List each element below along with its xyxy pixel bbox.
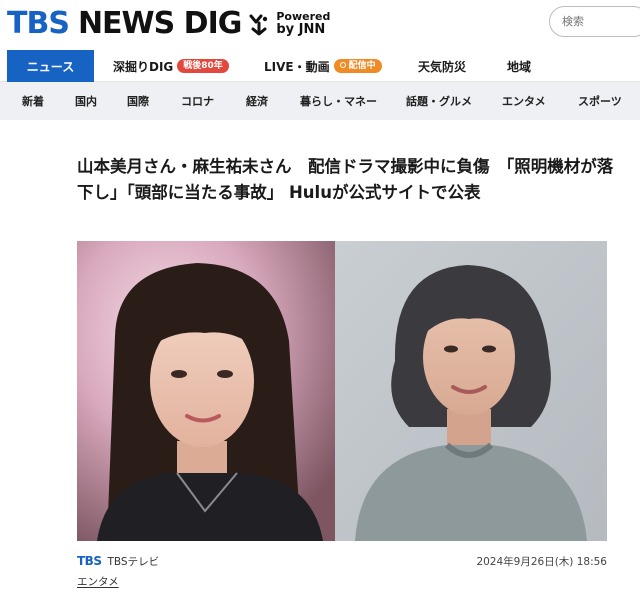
logo-tbs-text: TBS [7, 6, 70, 41]
site-header: TBS NEWS DIG Powered by JNN [0, 0, 640, 50]
streaming-badge-label: 配信中 [348, 60, 376, 71]
nav-region[interactable]: 地域 [507, 50, 531, 82]
category-link[interactable]: エンタメ [77, 574, 119, 589]
subnav-economy[interactable]: 経済 [246, 82, 268, 120]
nav-live-video[interactable]: LIVE・動画 配信中 [264, 50, 382, 82]
site-logo[interactable]: TBS NEWS DIG Powered by JNN [7, 2, 330, 46]
article-photo [77, 241, 607, 541]
live-dot-icon [339, 61, 346, 68]
subnav-corona[interactable]: コロナ [181, 82, 214, 120]
subnav-topics-gourmet[interactable]: 話題・グルメ [406, 82, 472, 120]
photo-right-portrait [335, 241, 607, 541]
nav-weather-disaster[interactable]: 天気防災 [418, 50, 466, 82]
nav-deep-dig[interactable]: 深掘りDIG 戦後80年 [113, 50, 229, 82]
nav-deep-dig-label: 深掘りDIG [113, 59, 174, 74]
source-name[interactable]: TBSテレビ [107, 554, 159, 569]
logo-news-dig-text: NEWS DIG [77, 6, 242, 41]
nav-news-label: ニュース [26, 59, 75, 74]
by-jnn-text: by JNN [276, 21, 326, 37]
nav-news[interactable]: ニュース [7, 50, 94, 82]
primary-nav: ニュース 深掘りDIG 戦後80年 LIVE・動画 配信中 天気防災 地域 [0, 50, 640, 82]
subnav-latest[interactable]: 新着 [22, 82, 44, 120]
streaming-badge: 配信中 [333, 58, 382, 74]
postwar-badge: 戦後80年 [177, 58, 229, 74]
powered-by-jnn: Powered by JNN [276, 11, 330, 36]
subnav-sports[interactable]: スポーツ [578, 82, 622, 120]
photo-left-portrait [77, 241, 335, 541]
search-input[interactable] [549, 6, 640, 37]
subnav-international[interactable]: 国際 [127, 82, 149, 120]
secondary-nav: 新着 国内 国際 コロナ 経済 暮らし・マネー 話題・グルメ エンタメ スポーツ [0, 82, 640, 120]
subnav-domestic[interactable]: 国内 [75, 82, 97, 120]
nav-live-video-label: LIVE・動画 [264, 59, 330, 74]
tbs-source-logo[interactable]: TBS [77, 554, 102, 568]
subnav-life-money[interactable]: 暮らし・マネー [300, 82, 377, 120]
subnav-entertainment[interactable]: エンタメ [502, 82, 546, 120]
publish-date: 2024年9月26日(木) 18:56 [476, 556, 607, 568]
article-headline: 山本美月さん・麻生祐未さん 配信ドラマ撮影中に負傷 「照明機材が落下し」「頭部に… [77, 157, 614, 202]
article-meta: TBS TBSテレビ 2024年9月26日(木) 18:56 [77, 552, 607, 570]
nav-region-label: 地域 [507, 59, 532, 74]
dig-mark-icon [249, 13, 269, 36]
nav-weather-label: 天気防災 [418, 59, 467, 74]
